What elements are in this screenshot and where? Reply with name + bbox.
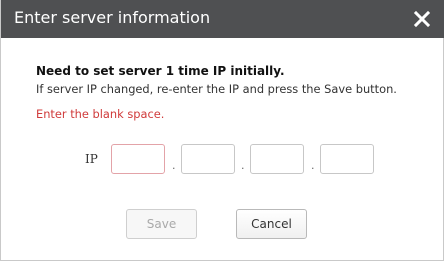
cancel-button[interactable]: Cancel	[236, 209, 307, 239]
dialog-title: Enter server information	[14, 8, 211, 27]
ip-octet-4-input[interactable]	[320, 144, 374, 174]
message-heading: Need to set server 1 time IP initially.	[36, 64, 285, 78]
ip-separator: .	[172, 159, 176, 172]
close-icon[interactable]	[412, 9, 432, 29]
error-message: Enter the blank space.	[36, 107, 165, 121]
ip-octet-3-input[interactable]	[250, 144, 304, 174]
ip-separator: .	[311, 159, 315, 172]
message-instruction: If server IP changed, re-enter the IP an…	[36, 82, 397, 96]
dialog-titlebar: Enter server information	[1, 0, 444, 38]
server-info-dialog: Enter server information Need to set ser…	[0, 0, 444, 261]
ip-octet-2-input[interactable]	[181, 144, 235, 174]
ip-label: IP	[85, 152, 98, 166]
save-button[interactable]: Save	[126, 209, 197, 239]
ip-separator: .	[241, 159, 245, 172]
ip-octet-1-input[interactable]	[111, 144, 165, 174]
